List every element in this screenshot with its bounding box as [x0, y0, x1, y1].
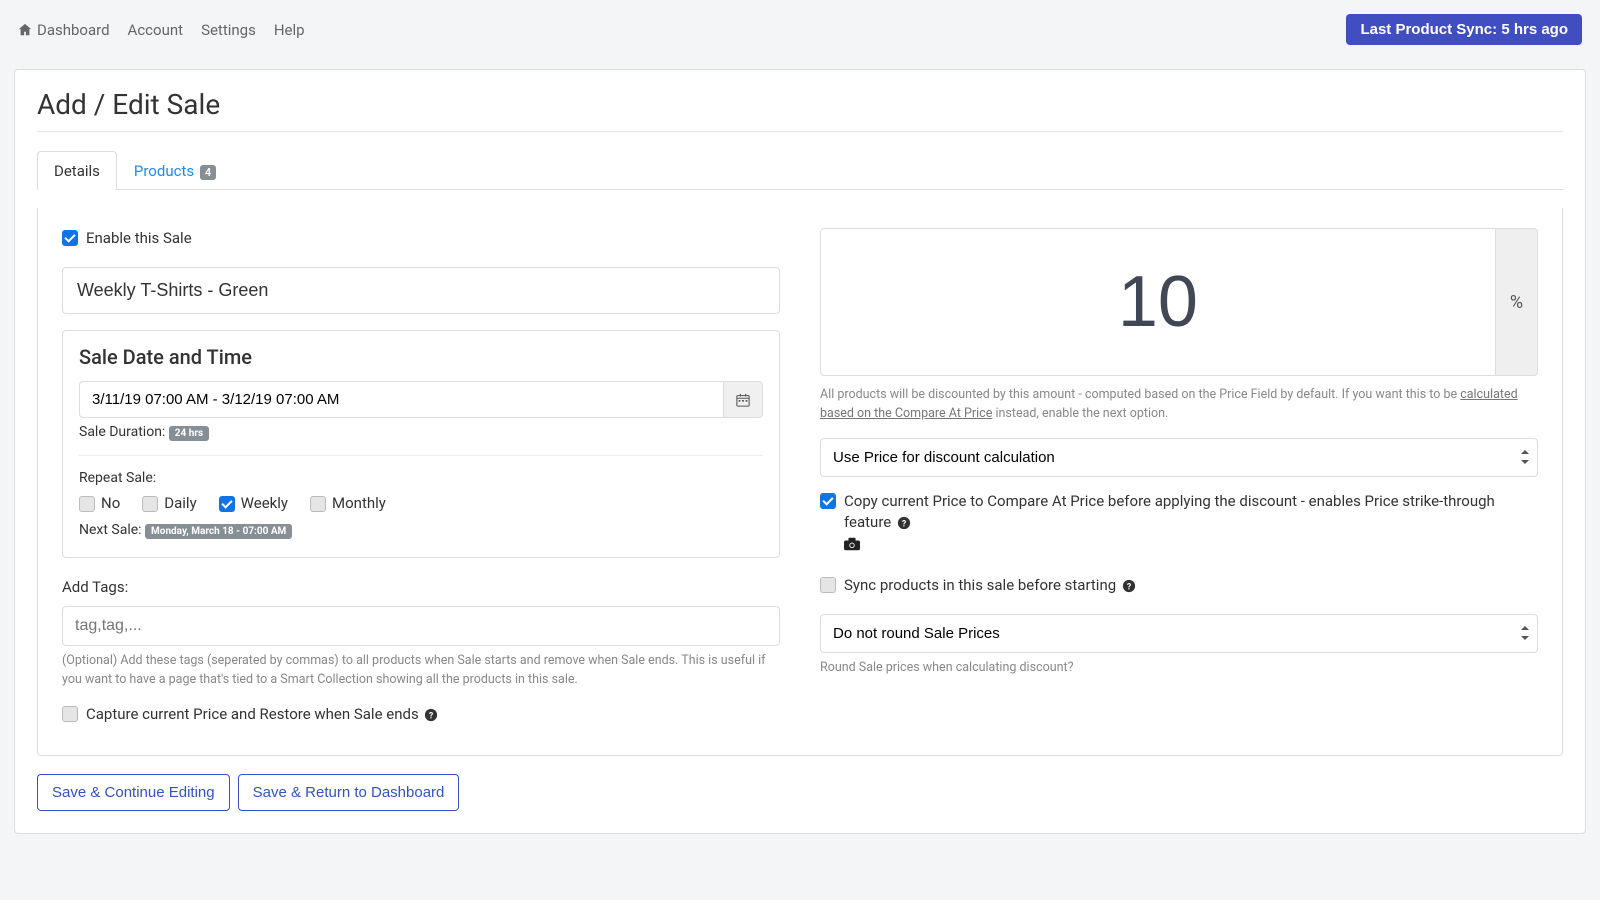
svg-text:?: ?	[429, 711, 434, 721]
help-icon: ?	[897, 516, 911, 530]
date-range-group	[79, 381, 763, 418]
repeat-weekly-label: Weekly	[241, 494, 288, 512]
details-pane: Enable this Sale Sale Date and Time Sale…	[37, 208, 1563, 756]
repeat-weekly[interactable]: Weekly	[219, 494, 288, 512]
enable-sale-checkbox[interactable]	[62, 230, 78, 246]
camera-icon	[844, 537, 860, 551]
repeat-monthly-label: Monthly	[332, 494, 386, 512]
copy-price-checkbox[interactable]	[820, 493, 836, 509]
home-icon	[18, 23, 32, 37]
sync-products-row[interactable]: Sync products in this sale before starti…	[820, 575, 1538, 596]
footer-buttons: Save & Continue Editing Save & Return to…	[37, 774, 1563, 811]
repeat-daily-checkbox[interactable]	[142, 496, 158, 512]
next-sale-badge: Monday, March 18 - 07:00 AM	[145, 524, 292, 539]
next-sale-label: Next Sale:	[79, 522, 142, 538]
nav-account[interactable]: Account	[128, 21, 184, 39]
date-picker-button[interactable]	[723, 381, 763, 418]
date-range-input[interactable]	[79, 381, 723, 418]
repeat-options: No Daily Weekly Monthly	[79, 494, 763, 512]
repeat-weekly-checkbox[interactable]	[219, 496, 235, 512]
sale-duration-row: Sale Duration: 24 hrs	[79, 424, 763, 441]
nav-help[interactable]: Help	[274, 21, 305, 39]
tags-input[interactable]	[62, 606, 780, 646]
main-card: Add / Edit Sale Details Products 4 Enabl…	[14, 69, 1586, 834]
left-column: Enable this Sale Sale Date and Time Sale…	[62, 228, 780, 725]
discount-unit: %	[1495, 228, 1538, 376]
tab-products-label: Products	[134, 162, 194, 180]
discount-help-text: All products will be discounted by this …	[820, 386, 1538, 424]
sync-products-label: Sync products in this sale before starti…	[844, 575, 1136, 596]
svg-text:?: ?	[1127, 582, 1132, 592]
help-icon: ?	[1122, 579, 1136, 593]
page-title: Add / Edit Sale	[37, 88, 1563, 121]
nav-settings[interactable]: Settings	[201, 21, 256, 39]
date-panel: Sale Date and Time Sale Duration: 24 hrs…	[62, 330, 780, 558]
price-calc-select-wrap: Use Price for discount calculation	[820, 438, 1538, 477]
repeat-no-label: No	[101, 494, 120, 512]
products-count-badge: 4	[200, 165, 216, 180]
divider	[37, 131, 1563, 132]
repeat-daily[interactable]: Daily	[142, 494, 196, 512]
tags-help-text: (Optional) Add these tags (seperated by …	[62, 652, 780, 690]
repeat-monthly[interactable]: Monthly	[310, 494, 386, 512]
next-sale-row: Next Sale: Monday, March 18 - 07:00 AM	[79, 522, 763, 539]
calendar-icon	[736, 393, 750, 407]
price-calc-select[interactable]: Use Price for discount calculation	[820, 438, 1538, 477]
date-panel-title: Sale Date and Time	[79, 345, 763, 369]
inner-divider	[79, 455, 763, 456]
sale-duration-badge: 24 hrs	[169, 426, 209, 441]
svg-text:?: ?	[902, 519, 907, 529]
sale-name-input[interactable]	[62, 267, 780, 314]
rounding-select[interactable]: Do not round Sale Prices	[820, 614, 1538, 653]
tab-details[interactable]: Details	[37, 151, 117, 190]
enable-sale-label: Enable this Sale	[86, 228, 192, 249]
repeat-daily-label: Daily	[164, 494, 196, 512]
topbar: Dashboard Account Settings Help Last Pro…	[0, 0, 1600, 59]
enable-sale-row[interactable]: Enable this Sale	[62, 228, 780, 249]
save-return-button[interactable]: Save & Return to Dashboard	[238, 774, 460, 811]
sync-products-checkbox[interactable]	[820, 577, 836, 593]
repeat-monthly-checkbox[interactable]	[310, 496, 326, 512]
repeat-no-checkbox[interactable]	[79, 496, 95, 512]
copy-price-row[interactable]: Copy current Price to Compare At Price b…	[820, 491, 1538, 557]
help-icon: ?	[424, 708, 438, 722]
copy-price-label: Copy current Price to Compare At Price b…	[844, 491, 1538, 557]
sale-duration-label: Sale Duration:	[79, 424, 165, 440]
right-column: % All products will be discounted by thi…	[820, 228, 1538, 725]
tags-label: Add Tags:	[62, 578, 780, 596]
rounding-help-text: Round Sale prices when calculating disco…	[820, 659, 1538, 678]
tabs: Details Products 4	[37, 150, 1563, 190]
discount-input[interactable]	[820, 228, 1495, 376]
save-continue-button[interactable]: Save & Continue Editing	[37, 774, 230, 811]
repeat-no[interactable]: No	[79, 494, 120, 512]
discount-group: %	[820, 228, 1538, 376]
repeat-sale-label: Repeat Sale:	[79, 470, 763, 486]
product-sync-button[interactable]: Last Product Sync: 5 hrs ago	[1346, 14, 1582, 45]
capture-price-checkbox[interactable]	[62, 706, 78, 722]
tab-products[interactable]: Products 4	[117, 151, 233, 190]
rounding-select-wrap: Do not round Sale Prices	[820, 614, 1538, 653]
capture-price-label: Capture current Price and Restore when S…	[86, 704, 438, 725]
capture-price-row[interactable]: Capture current Price and Restore when S…	[62, 704, 780, 725]
topbar-nav: Dashboard Account Settings Help	[18, 21, 305, 39]
nav-dashboard[interactable]: Dashboard	[18, 21, 110, 39]
nav-dashboard-label: Dashboard	[37, 21, 110, 39]
